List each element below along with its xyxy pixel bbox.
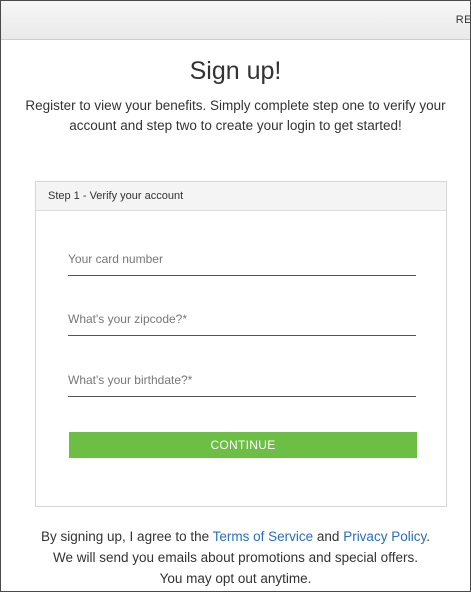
birthdate-field[interactable] <box>68 363 416 397</box>
footer-text: By signing up, I agree to the Terms of S… <box>15 526 456 589</box>
terms-of-service-link[interactable]: Terms of Service <box>213 529 314 544</box>
footer-and-text: and <box>313 529 344 544</box>
step1-card: Step 1 - Verify your account CONTINUE <box>35 181 447 507</box>
footer-line-3: You may opt out anytime. <box>159 571 312 586</box>
continue-button[interactable]: CONTINUE <box>69 432 417 458</box>
zipcode-field[interactable] <box>68 302 416 336</box>
footer-text-before: By signing up, I agree to the <box>41 529 213 544</box>
page-subtitle: Register to view your benefits. Simply c… <box>25 98 446 133</box>
footer-line-2: We will send you emails about promotions… <box>53 550 418 565</box>
step1-header: Step 1 - Verify your account <box>36 182 446 211</box>
footer-period: . <box>426 529 430 544</box>
top-bar: RE <box>1 1 470 40</box>
signup-window: RE Sign up! Register to view your benefi… <box>0 0 471 592</box>
card-number-field[interactable] <box>68 242 416 276</box>
privacy-policy-link[interactable]: Privacy Policy <box>343 529 426 544</box>
page-title: Sign up! <box>189 57 282 85</box>
topbar-link[interactable]: RE <box>456 14 470 26</box>
